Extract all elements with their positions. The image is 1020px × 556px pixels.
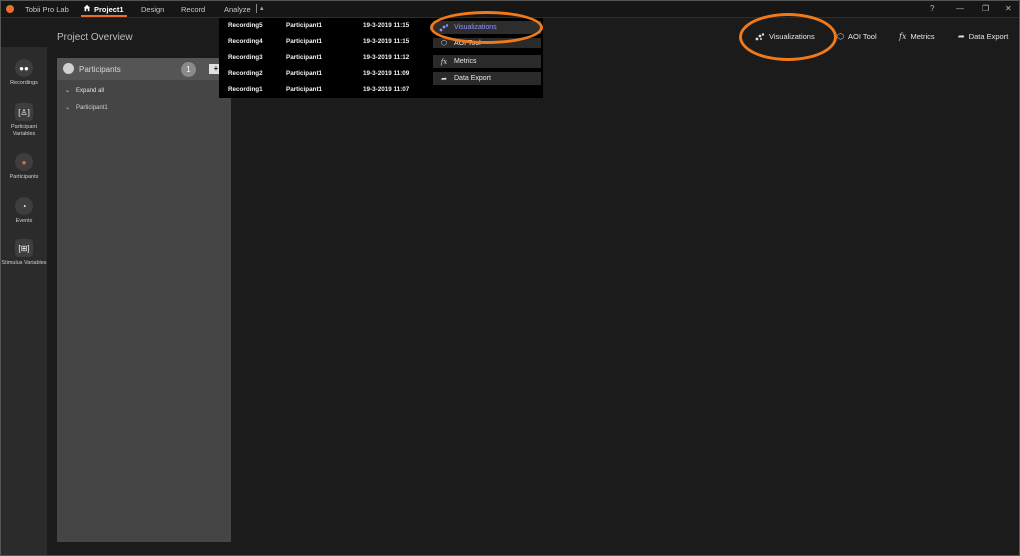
help-icon[interactable]: ?	[930, 4, 934, 13]
participants-panel: Participants 1 + ⌄ Expand all ⌄ Participan…	[57, 58, 231, 542]
recording-date: 19-3-2019 11:07	[363, 86, 410, 93]
fx-icon: fx	[440, 57, 448, 66]
menu-project1[interactable]: Project1	[94, 5, 124, 14]
aoi-icon: ⬡	[440, 40, 448, 47]
toolbar-metrics-button[interactable]: fx Metrics	[899, 32, 935, 41]
sidebar-item-participant-variables[interactable]: [♙] Participant Variables	[1, 103, 47, 138]
participants-panel-header: Participants 1 +	[57, 58, 231, 80]
page-title: Project Overview	[57, 32, 133, 43]
share-arrow-icon: ➦	[441, 75, 447, 83]
home-icon	[83, 4, 91, 12]
menu-record[interactable]: Record	[181, 5, 205, 14]
menu-item-label: Metrics	[454, 58, 477, 65]
menu-item-label: Visualizations	[454, 24, 497, 31]
minimize-icon[interactable]: —	[956, 4, 964, 13]
title-bar: Tobii Pro Lab Project1 Design Record Ana…	[1, 1, 1019, 18]
recording-participant: Participant1	[286, 22, 323, 29]
app-title: Tobii Pro Lab	[25, 5, 69, 14]
recording-date: 19-3-2019 11:15	[363, 22, 410, 29]
tobii-logo-icon	[6, 5, 14, 13]
sidebar-item-events[interactable]: ◔ Events	[1, 197, 47, 225]
recording-row[interactable]: Recording3 Participant1 19-3-2019 11:12	[219, 50, 431, 66]
sidebar-item-label: Stimulus Variables	[1, 260, 47, 266]
recordings-icon: ●●	[15, 59, 33, 77]
scatter-icon	[439, 23, 449, 31]
analyze-dropdown-menu: Visualizations ⬡ AOI Tool fx Metrics ➦ D…	[431, 18, 543, 98]
sidebar-item-label: Participant Variables	[11, 124, 37, 137]
active-tab-indicator	[81, 15, 127, 17]
recording-participant: Participant1	[286, 86, 323, 93]
menu-item-data-export[interactable]: ➦ Data Export	[433, 72, 541, 85]
expand-all-button[interactable]: ⌄ Expand all	[65, 87, 104, 94]
menu-item-label: AOI Tool	[454, 39, 481, 47]
recording-name: Recording5	[228, 22, 263, 29]
recording-row[interactable]: Recording1 Participant1 19-3-2019 11:07	[219, 82, 431, 98]
stimulus-variables-icon: [⊞]	[15, 239, 33, 257]
recording-participant: Participant1	[286, 54, 323, 61]
toolbar-aoi-tool-button[interactable]: ⬡ AOI Tool	[837, 32, 877, 41]
participant-name: Participant1	[76, 105, 108, 111]
menu-design[interactable]: Design	[141, 5, 164, 14]
recording-name: Recording4	[228, 38, 263, 45]
participant-row[interactable]: ⌄ Participant1	[65, 104, 108, 111]
aoi-icon: ⬡	[837, 32, 844, 41]
menu-item-visualizations[interactable]: Visualizations	[433, 21, 541, 34]
sidebar-item-participants[interactable]: ● Participants	[1, 153, 47, 181]
toolbar-visualizations-button[interactable]: Visualizations	[755, 32, 815, 41]
analyze-caret-icon[interactable]: ▴	[260, 4, 264, 12]
sidebar-item-label: Recordings	[10, 80, 38, 86]
recording-row[interactable]: Recording5 Participant1 19-3-2019 11:15	[219, 18, 431, 34]
fx-icon: fx	[899, 32, 907, 41]
app-window: Tobii Pro Lab Project1 Design Record Ana…	[0, 0, 1020, 556]
sidebar-item-label: Events	[15, 218, 33, 224]
events-icon: ◔	[15, 197, 33, 215]
menu-item-aoi-tool[interactable]: ⬡ AOI Tool	[433, 38, 541, 48]
menu-separator	[256, 4, 257, 13]
participants-count-badge: 1	[181, 62, 196, 77]
recording-participant: Participant1	[286, 38, 323, 45]
toolbar-data-export-label: Data Export	[968, 32, 1009, 41]
recording-row[interactable]: Recording2 Participant1 19-3-2019 11:09	[219, 66, 431, 82]
menu-item-label: Data Export	[454, 75, 491, 82]
recording-name: Recording2	[228, 70, 263, 77]
share-arrow-icon: ➦	[958, 32, 965, 41]
participant-variables-icon: [♙]	[15, 103, 33, 121]
menu-item-metrics[interactable]: fx Metrics	[433, 55, 541, 68]
participants-panel-title: Participants	[79, 65, 121, 74]
recordings-list: Recording5 Participant1 19-3-2019 11:15 …	[219, 18, 431, 98]
recording-participant: Participant1	[286, 70, 323, 77]
restore-icon[interactable]: ❐	[982, 4, 989, 13]
menu-analyze[interactable]: Analyze	[224, 5, 251, 14]
toolbar-visualizations-label: Visualizations	[769, 32, 815, 41]
recording-name: Recording1	[228, 86, 263, 93]
sidebar-item-stimulus-variables[interactable]: [⊞] Stimulus Variables	[1, 239, 47, 267]
recording-row[interactable]: Recording4 Participant1 19-3-2019 11:15	[219, 34, 431, 50]
sidebar: ●● Recordings [♙] Participant Variables …	[1, 47, 47, 555]
chevron-down-icon: ⌄	[65, 105, 71, 111]
recording-date: 19-3-2019 11:15	[363, 38, 410, 45]
double-chevron-down-icon: ⌄	[65, 88, 71, 94]
recording-date: 19-3-2019 11:12	[363, 54, 410, 61]
close-icon[interactable]: ✕	[1005, 4, 1012, 13]
sidebar-item-recordings[interactable]: ●● Recordings	[1, 59, 47, 87]
toolbar-metrics-label: Metrics	[910, 32, 935, 41]
toolbar-data-export-button[interactable]: ➦ Data Export	[958, 32, 1008, 41]
expand-all-label: Expand all	[76, 88, 105, 94]
scatter-icon	[755, 32, 765, 40]
participants-icon: ●	[15, 153, 33, 171]
recording-date: 19-3-2019 11:09	[363, 70, 410, 77]
sidebar-item-label: Participants	[9, 174, 39, 180]
person-icon	[63, 63, 74, 74]
recording-name: Recording3	[228, 54, 263, 61]
toolbar-aoi-tool-label: AOI Tool	[847, 32, 877, 41]
